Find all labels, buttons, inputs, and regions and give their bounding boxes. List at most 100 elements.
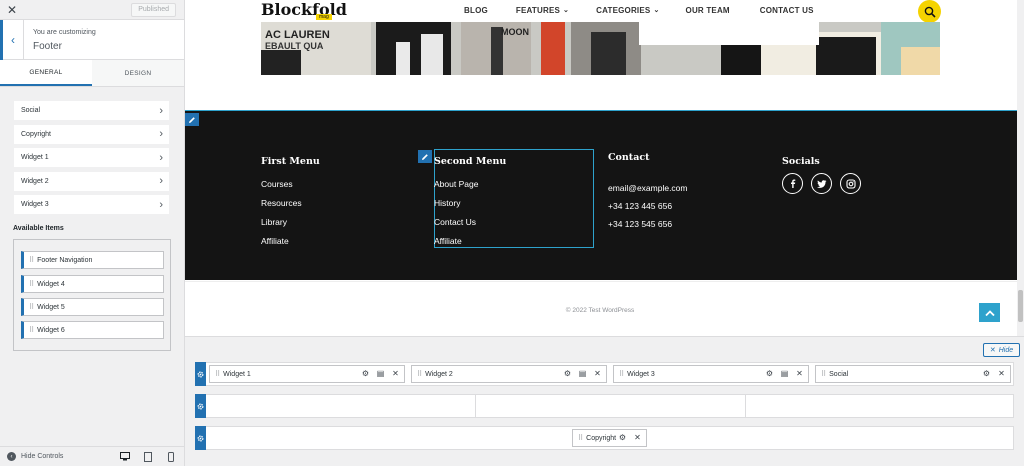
settings-icon[interactable]: ⚙ bbox=[982, 369, 991, 378]
twitter-icon[interactable] bbox=[811, 173, 832, 194]
contact-email: email@example.com bbox=[608, 183, 688, 193]
available-items-title: Available Items bbox=[13, 225, 64, 232]
tab-design[interactable]: DESIGN bbox=[92, 60, 184, 86]
sidebar-item-social[interactable]: Social › bbox=[14, 101, 169, 120]
customizer-sidebar: ✕ Published ‹ You are customizing Footer… bbox=[0, 0, 185, 466]
nav-item-categories[interactable]: CATEGORIES bbox=[596, 6, 650, 15]
footer-contact: Contact email@example.com +34 123 445 65… bbox=[608, 152, 688, 238]
settings-icon[interactable]: ⚙ bbox=[618, 433, 627, 442]
settings-icon[interactable]: ⚙ bbox=[563, 369, 572, 378]
footer-link[interactable]: Affiliate bbox=[434, 236, 506, 246]
nav-item-blog[interactable]: BLOG bbox=[464, 6, 488, 15]
available-item-widget-5[interactable]: ⠿ Widget 5 bbox=[21, 298, 164, 316]
nav-item-our-team[interactable]: OUR TEAM bbox=[686, 6, 730, 15]
drag-handle-icon: ⠿ bbox=[29, 257, 35, 264]
drag-handle-icon: ⠿ bbox=[215, 371, 221, 378]
builder-slot[interactable] bbox=[206, 395, 475, 417]
drag-handle-icon: ⠿ bbox=[29, 327, 35, 334]
instagram-icon[interactable] bbox=[840, 173, 861, 194]
available-item-label: Widget 4 bbox=[37, 280, 65, 288]
footer-link[interactable]: Contact Us bbox=[434, 217, 506, 227]
footer-link[interactable]: Resources bbox=[261, 198, 320, 208]
remove-icon[interactable]: ✕ bbox=[593, 369, 602, 378]
builder-slot[interactable] bbox=[475, 395, 745, 417]
back-to-top-button[interactable] bbox=[979, 303, 1000, 322]
tablet-icon[interactable] bbox=[143, 451, 153, 462]
sidebar-item-label: Widget 3 bbox=[21, 201, 49, 208]
contact-phone: +34 123 545 656 bbox=[608, 219, 673, 229]
hero-image: AC LAUREN EBAULT QUA MOON bbox=[261, 22, 940, 75]
search-icon[interactable] bbox=[918, 0, 941, 23]
sidebar-item-widget-2[interactable]: Widget 2 › bbox=[14, 171, 169, 191]
widget-edit-icon[interactable]: ▤ bbox=[578, 369, 587, 378]
hide-controls-button[interactable]: ‹ Hide Controls bbox=[7, 452, 63, 461]
widget-edit-icon[interactable]: ▤ bbox=[376, 369, 385, 378]
facebook-icon[interactable] bbox=[782, 173, 803, 194]
customizer-app: ✕ Published ‹ You are customizing Footer… bbox=[0, 0, 1024, 466]
sidebar-item-widget-3[interactable]: Widget 3 › bbox=[14, 195, 169, 214]
footer-builder: ✕ Hide ⠿ Widget 1 ⚙ ▤ ✕ ⠿ Widget 2 ⚙ ▤ ✕ ⠿ Widg… bbox=[185, 336, 1024, 466]
drag-handle-icon: ⠿ bbox=[619, 371, 625, 378]
builder-item-label: Widget 1 bbox=[223, 370, 251, 378]
footer-link[interactable]: About Page bbox=[434, 179, 506, 189]
available-item-label: Footer Navigation bbox=[37, 256, 93, 264]
available-item-widget-4[interactable]: ⠿ Widget 4 bbox=[21, 275, 164, 293]
row-settings-gear-icon[interactable] bbox=[195, 362, 206, 386]
social-icons bbox=[782, 173, 861, 194]
builder-item-widget-3[interactable]: ⠿ Widget 3 ⚙ ▤ ✕ bbox=[613, 365, 809, 383]
socials-title: Socials bbox=[782, 156, 820, 167]
site-logo[interactable]: Blockfold mag bbox=[261, 0, 347, 20]
row-settings-gear-icon[interactable] bbox=[195, 426, 206, 450]
sidebar-top-bar: ✕ Published bbox=[0, 0, 184, 20]
hide-builder-button[interactable]: ✕ Hide bbox=[983, 343, 1020, 357]
builder-item-label: Widget 3 bbox=[627, 370, 655, 378]
pencil-icon[interactable] bbox=[185, 113, 199, 126]
builder-item-widget-2[interactable]: ⠿ Widget 2 ⚙ ▤ ✕ bbox=[411, 365, 607, 383]
footer-link[interactable]: Affiliate bbox=[261, 236, 320, 246]
builder-slot[interactable] bbox=[745, 395, 1014, 417]
widget-edit-icon[interactable]: ▤ bbox=[780, 369, 789, 378]
desktop-icon[interactable] bbox=[120, 451, 130, 462]
remove-icon[interactable]: ✕ bbox=[633, 433, 642, 442]
settings-icon[interactable]: ⚙ bbox=[765, 369, 774, 378]
builder-row-bottom: ⠿ Copyright ⚙ ✕ bbox=[195, 426, 1014, 450]
section-title: Footer bbox=[33, 41, 62, 52]
builder-item-social[interactable]: ⠿ Social ⚙ ✕ bbox=[815, 365, 1011, 383]
row-settings-gear-icon[interactable] bbox=[195, 394, 206, 418]
builder-item-label: Social bbox=[829, 370, 849, 378]
footer-link[interactable]: Courses bbox=[261, 179, 320, 189]
available-item-label: Widget 6 bbox=[37, 326, 65, 334]
contact-phone: +34 123 445 656 bbox=[608, 201, 673, 211]
logo-badge: mag bbox=[316, 14, 332, 20]
settings-icon[interactable]: ⚙ bbox=[361, 369, 370, 378]
drag-handle-icon: ⠿ bbox=[29, 304, 35, 311]
drag-handle-icon: ⠿ bbox=[417, 371, 423, 378]
sidebar-item-widget-1[interactable]: Widget 1 › bbox=[14, 148, 169, 167]
builder-item-widget-1[interactable]: ⠿ Widget 1 ⚙ ▤ ✕ bbox=[209, 365, 405, 383]
footer-link[interactable]: History bbox=[434, 198, 506, 208]
hide-controls-label: Hide Controls bbox=[21, 453, 64, 460]
section-info: ‹ You are customizing Footer bbox=[0, 20, 184, 60]
chevron-right-icon: › bbox=[159, 151, 163, 164]
preview-scrollbar[interactable] bbox=[1017, 0, 1024, 336]
sidebar-item-copyright[interactable]: Copyright › bbox=[14, 124, 169, 144]
site-footer: First Menu Courses Resources Library Aff… bbox=[185, 111, 1024, 280]
scrollbar-thumb[interactable] bbox=[1018, 290, 1023, 322]
remove-icon[interactable]: ✕ bbox=[795, 369, 804, 378]
tab-general[interactable]: GENERAL bbox=[0, 60, 92, 86]
pencil-icon[interactable] bbox=[418, 150, 432, 163]
close-icon[interactable]: ✕ bbox=[0, 0, 24, 20]
published-button[interactable]: Published bbox=[131, 3, 176, 17]
available-item-widget-6[interactable]: ⠿ Widget 6 bbox=[21, 321, 164, 339]
remove-icon[interactable]: ✕ bbox=[391, 369, 400, 378]
nav-item-features[interactable]: FEATURES bbox=[516, 6, 560, 15]
chevron-right-icon: › bbox=[159, 198, 163, 211]
builder-item-copyright[interactable]: ⠿ Copyright ⚙ ✕ bbox=[572, 429, 647, 447]
footer-link[interactable]: Library bbox=[261, 217, 320, 227]
available-item-footer-navigation[interactable]: ⠿ Footer Navigation bbox=[21, 251, 164, 269]
mobile-icon[interactable] bbox=[166, 451, 176, 462]
copyright-text: © 2022 Test WordPress bbox=[565, 307, 635, 314]
nav-item-contact-us[interactable]: CONTACT US bbox=[760, 6, 814, 15]
back-arrow-icon[interactable]: ‹ bbox=[0, 20, 24, 60]
remove-icon[interactable]: ✕ bbox=[997, 369, 1006, 378]
